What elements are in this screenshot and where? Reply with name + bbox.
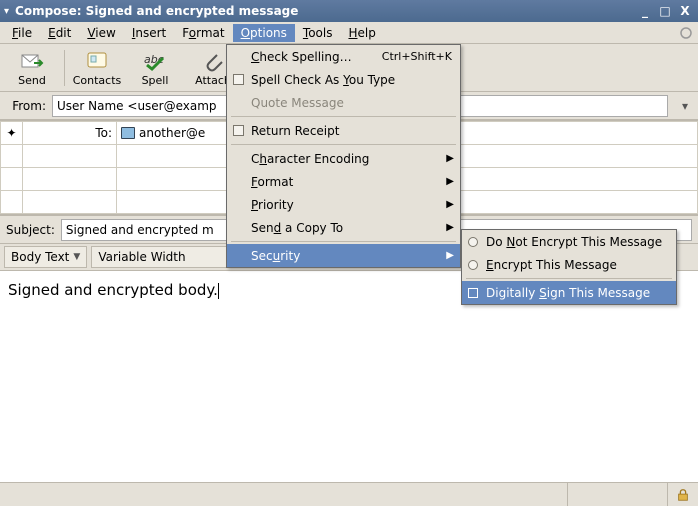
options-menu: Check Spelling… Ctrl+Shift+K Spell Check… (226, 44, 461, 268)
menu-file[interactable]: File (4, 24, 40, 42)
toolbar-separator (64, 50, 65, 86)
throbber-icon (678, 25, 694, 41)
submenu-arrow-icon: ▶ (446, 222, 454, 233)
close-button[interactable]: X (676, 3, 694, 19)
menu-send-copy-to[interactable]: Send a Copy To ▶ (227, 216, 460, 239)
menu-item-label: Priority (251, 198, 294, 212)
recipient-type-icon[interactable]: ✦ (1, 122, 23, 145)
menu-bar: File Edit View Insert Format Options Too… (0, 22, 698, 44)
menu-item-label: Format (251, 175, 293, 189)
menu-edit[interactable]: Edit (40, 24, 79, 42)
menu-item-label: Send a Copy To (251, 221, 343, 235)
security-submenu: Do Not Encrypt This Message Encrypt This… (461, 229, 677, 305)
menu-item-label: Return Receipt (251, 124, 339, 138)
checkbox-icon (233, 125, 244, 136)
radio-icon (468, 260, 478, 270)
submenu-arrow-icon: ▶ (446, 199, 454, 210)
menu-tools[interactable]: Tools (295, 24, 341, 42)
spell-icon: abc (143, 49, 167, 73)
contacts-label: Contacts (73, 74, 122, 87)
security-lock-icon[interactable] (668, 488, 698, 502)
spell-label: Spell (142, 74, 169, 87)
menu-item-label: Security (251, 249, 300, 263)
menu-quote-message: Quote Message (227, 91, 460, 114)
menu-item-label: Do Not Encrypt This Message (486, 235, 662, 249)
send-icon (20, 49, 44, 73)
menu-separator (231, 116, 456, 117)
menu-digitally-sign[interactable]: Digitally Sign This Message (462, 281, 676, 304)
address-card-icon (121, 127, 135, 139)
menu-item-label: Encrypt This Message (486, 258, 617, 272)
submenu-arrow-icon: ▶ (446, 250, 454, 261)
menu-item-label: Character Encoding (251, 152, 369, 166)
submenu-arrow-icon: ▶ (446, 176, 454, 187)
menu-options[interactable]: Options (233, 24, 295, 42)
body-text: Signed and encrypted body. (8, 281, 218, 299)
checkbox-icon (468, 288, 478, 298)
status-section (0, 483, 568, 506)
attach-icon (201, 49, 225, 73)
window-title: Compose: Signed and encrypted message (15, 4, 634, 18)
paragraph-style-combo[interactable]: Body Text ▼ (4, 246, 87, 268)
menu-do-not-encrypt[interactable]: Do Not Encrypt This Message (462, 230, 676, 253)
contacts-button[interactable]: Contacts (69, 46, 125, 90)
from-label: From: (6, 99, 46, 113)
menu-character-encoding[interactable]: Character Encoding ▶ (227, 147, 460, 170)
window-menu-icon[interactable]: ▾ (4, 6, 9, 17)
status-bar (0, 482, 698, 506)
spell-button[interactable]: abc Spell (127, 46, 183, 90)
menu-format[interactable]: Format (174, 24, 232, 42)
menu-check-spelling[interactable]: Check Spelling… Ctrl+Shift+K (227, 45, 460, 68)
send-label: Send (18, 74, 46, 87)
menu-item-label: Check Spelling… (251, 50, 352, 64)
title-bar: ▾ Compose: Signed and encrypted message … (0, 0, 698, 22)
maximize-button[interactable]: □ (656, 3, 674, 19)
status-section (568, 483, 668, 506)
menu-separator (231, 241, 456, 242)
send-button[interactable]: Send (4, 46, 60, 90)
menu-insert[interactable]: Insert (124, 24, 174, 42)
menu-item-label: Quote Message (251, 96, 344, 110)
menu-separator (231, 144, 456, 145)
chevron-down-icon: ▼ (73, 252, 80, 262)
menu-accelerator: Ctrl+Shift+K (382, 50, 452, 63)
recipient-to-label[interactable]: To: (23, 122, 117, 145)
paragraph-style-value: Body Text (11, 250, 69, 264)
checkbox-icon (233, 74, 244, 85)
submenu-arrow-icon: ▶ (446, 153, 454, 164)
recipient-address: another@e (139, 126, 205, 140)
menu-priority[interactable]: Priority ▶ (227, 193, 460, 216)
menu-return-receipt[interactable]: Return Receipt (227, 119, 460, 142)
menu-separator (466, 278, 672, 279)
text-cursor (218, 283, 219, 299)
menu-view[interactable]: View (79, 24, 123, 42)
menu-spell-as-you-type[interactable]: Spell Check As You Type (227, 68, 460, 91)
from-dropdown-icon[interactable]: ▾ (678, 99, 692, 113)
menu-item-label: Digitally Sign This Message (486, 286, 650, 300)
menu-help[interactable]: Help (340, 24, 383, 42)
menu-item-label: Spell Check As You Type (251, 73, 395, 87)
radio-icon (468, 237, 478, 247)
subject-label: Subject: (6, 223, 55, 237)
font-value: Variable Width (98, 250, 185, 264)
minimize-button[interactable]: _ (636, 3, 654, 19)
menu-format-submenu[interactable]: Format ▶ (227, 170, 460, 193)
contacts-icon (85, 49, 109, 73)
menu-encrypt[interactable]: Encrypt This Message (462, 253, 676, 276)
menu-security[interactable]: Security ▶ (227, 244, 460, 267)
